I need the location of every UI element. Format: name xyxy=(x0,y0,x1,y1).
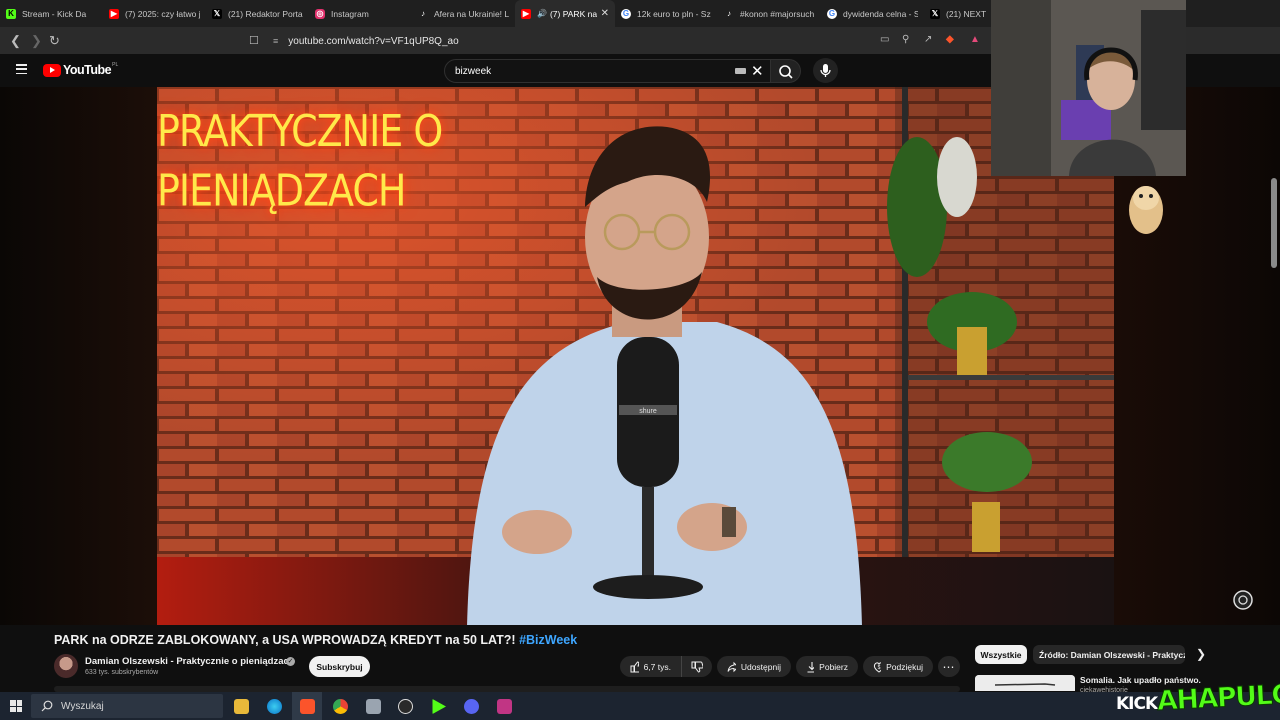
mic-brand-label: shure xyxy=(639,408,657,415)
app-icon[interactable] xyxy=(366,699,381,714)
browser-tab[interactable]: ◎ Instagram xyxy=(309,0,412,27)
page-scrollbar[interactable] xyxy=(1271,178,1277,268)
url-text: youtube.com/watch?v=VF1qUP8Q_ao xyxy=(288,35,459,47)
close-tab-icon[interactable]: ✕ xyxy=(601,8,609,19)
search-input[interactable]: bizweek ✕ xyxy=(444,59,771,83)
browser-tab-active[interactable]: ▶ 🔊 (7) PARK na ✕ xyxy=(515,0,615,27)
thumbs-down-icon xyxy=(691,661,703,673)
windows-taskbar: Wyszukaj xyxy=(0,692,1280,720)
share-icon[interactable]: ↗ xyxy=(924,34,932,45)
search-button[interactable] xyxy=(771,59,801,83)
tiktok-icon: ♪ xyxy=(421,8,425,18)
svg-text:$: $ xyxy=(878,665,881,671)
browser-tab[interactable]: K Stream - Kick Da xyxy=(0,0,103,27)
recommended-video-thumbnail[interactable] xyxy=(975,675,1075,691)
recommended-video-title[interactable]: Somalia. Jak upadło państwo. xyxy=(1080,675,1201,685)
download-icon xyxy=(807,661,815,673)
microphone-icon xyxy=(820,64,831,77)
youtube-logo[interactable]: YouTube PL xyxy=(43,62,118,77)
share-arrow-icon xyxy=(727,661,736,672)
channel-name[interactable]: Damian Olszewski - Praktycznie o pieniąd… xyxy=(85,656,295,667)
reload-icon[interactable]: ↻ xyxy=(49,33,60,49)
video-settings-icon[interactable] xyxy=(1232,589,1254,611)
google-icon: G xyxy=(827,8,837,19)
verified-icon: ✓ xyxy=(286,657,295,666)
neon-sign: PRAKTYCZNIE O PIENIĄDZACH xyxy=(157,105,443,216)
brave-icon[interactable] xyxy=(300,699,315,714)
like-count: 6,7 tys. xyxy=(643,661,671,672)
hamster-sticker xyxy=(1129,186,1163,234)
thumbs-up-icon xyxy=(630,660,639,672)
chrome-icon[interactable] xyxy=(333,699,348,714)
edge-icon[interactable] xyxy=(267,699,282,714)
forward-icon[interactable]: ❯ xyxy=(31,33,42,49)
browser-tab[interactable]: ♪ #konon #majorsuch xyxy=(718,0,821,27)
hamburger-menu-icon[interactable] xyxy=(16,64,27,75)
search-icon xyxy=(41,700,53,712)
streamer-webcam-overlay xyxy=(991,0,1186,176)
x-icon: 𝕏 xyxy=(212,8,222,19)
app-icon[interactable] xyxy=(497,699,512,714)
youtube-icon: ▶ xyxy=(521,8,531,19)
kick-icon: K xyxy=(6,8,16,19)
google-icon: G xyxy=(621,8,631,19)
taskbar-search-input[interactable]: Wyszukaj xyxy=(31,694,223,718)
hashtag-link[interactable]: #BizWeek xyxy=(519,633,577,647)
voice-search-button[interactable] xyxy=(813,58,838,83)
youtube-play-icon xyxy=(43,63,61,77)
more-actions-button[interactable]: ⋯ xyxy=(938,656,960,677)
thanks-heart-icon: $ xyxy=(873,661,882,673)
youtube-icon: ▶ xyxy=(109,8,119,19)
site-settings-icon[interactable]: ≡ xyxy=(273,36,278,46)
dislike-button[interactable] xyxy=(681,656,712,677)
zoom-icon[interactable]: ⚲ xyxy=(902,34,909,45)
kick-watermark: KICK xyxy=(1116,694,1158,714)
filter-chip-all[interactable]: Wszystkie xyxy=(975,645,1027,664)
download-button[interactable]: Pobierz xyxy=(796,656,858,677)
chevron-right-icon[interactable]: ❯ xyxy=(1196,647,1206,661)
channel-avatar[interactable] xyxy=(54,654,78,678)
audio-icon[interactable]: 🔊 xyxy=(537,9,547,18)
file-explorer-icon[interactable] xyxy=(234,699,249,714)
browser-tab[interactable]: ▶ (7) 2025: czy łatwo j xyxy=(103,0,206,27)
tiktok-icon: ♪ xyxy=(727,8,731,18)
subscriber-count: 633 tys. subskrybentów xyxy=(85,669,159,676)
x-icon: 𝕏 xyxy=(930,8,940,19)
cast-icon[interactable]: ▭ xyxy=(880,34,889,45)
instagram-icon: ◎ xyxy=(315,8,325,19)
search-query: bizweek xyxy=(455,65,492,77)
filter-chip-source[interactable]: Źródło: Damian Olszewski - Praktyczni xyxy=(1033,645,1185,664)
subscribe-button[interactable]: Subskrybuj xyxy=(309,656,370,677)
address-bar[interactable]: ≡ youtube.com/watch?v=VF1qUP8Q_ao xyxy=(245,31,990,51)
more-icon: ⋯ xyxy=(942,659,956,674)
like-button[interactable]: 6,7 tys. xyxy=(620,656,681,677)
brave-shield-icon[interactable]: ◆ xyxy=(946,34,954,45)
clear-search-icon[interactable]: ✕ xyxy=(751,62,764,80)
share-button[interactable]: Udostępnij xyxy=(717,656,791,677)
video-title: PARK na ODRZE ZABLOKOWANY, a USA WPROWAD… xyxy=(54,633,578,647)
thanks-button[interactable]: $ Podziękuj xyxy=(863,656,933,677)
back-icon[interactable]: ❮ xyxy=(10,33,21,49)
discord-icon[interactable] xyxy=(464,699,479,714)
browser-tab[interactable]: 𝕏 (21) Redaktor Portal xyxy=(206,0,309,27)
keyboard-icon[interactable] xyxy=(735,68,746,74)
search-icon xyxy=(779,65,793,79)
obs-icon[interactable] xyxy=(398,699,413,714)
video-player[interactable]: shure PRAKTYCZNIE O PIENIĄDZACH xyxy=(157,87,1114,625)
browser-tab[interactable]: Gdywidenda celna - S xyxy=(821,0,924,27)
browser-tab[interactable]: ♪ Afera na Ukrainie! L xyxy=(412,0,515,27)
browser-tab[interactable]: G 12k euro to pln - Sz xyxy=(615,0,718,27)
brave-rewards-icon[interactable]: ▲ xyxy=(970,34,980,45)
windows-start-icon[interactable] xyxy=(10,700,22,712)
